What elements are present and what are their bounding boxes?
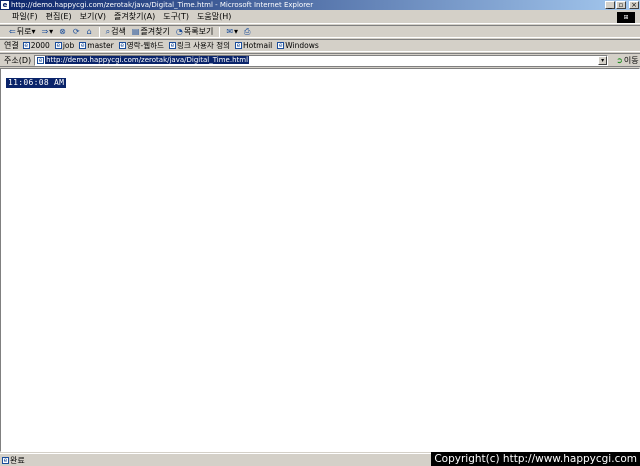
search-icon: ⌕ [105,26,111,36]
address-input[interactable]: e http://demo.happycgi.com/zerotak/java/… [34,54,609,66]
page-content[interactable]: 11:06:08 AM [0,68,640,452]
digital-clock: 11:06:08 AM [6,78,67,88]
history-icon: ◔ [175,26,183,36]
favorites-button[interactable]: ▤ 즐겨찾기 [129,26,173,38]
history-label: 목록보기 [183,26,214,36]
toolbar-separator [98,26,100,37]
search-label: 검색 [111,26,126,36]
stop-icon: ⊗ [59,26,66,36]
menu-view[interactable]: 보기(V) [76,11,110,23]
link-hotmail[interactable]: e Hotmail [235,41,272,50]
ie-page-icon: e [54,42,62,49]
address-bar: 주소(D) e http://demo.happycgi.com/zerotak… [0,53,640,67]
print-button[interactable]: ⎙ [241,26,254,38]
link-job[interactable]: e job [54,41,74,50]
home-button[interactable]: ⌂ [84,26,96,38]
favorites-label: 즐겨찾기 [140,26,170,36]
refresh-button[interactable]: ⟳ [70,26,84,38]
ie-page-icon: e [37,56,45,64]
favorites-icon: ▤ [131,26,140,36]
history-button[interactable]: ◔ 목록보기 [173,26,216,38]
copyright-watermark: Copyright(c) http://www.happycgi.com [431,452,640,466]
menu-edit[interactable]: 편집(E) [42,11,76,23]
menu-favorites[interactable]: 즐겨찾기(A) [110,11,159,23]
close-button[interactable]: × [629,1,639,9]
ie-page-icon: e [79,42,87,49]
toolbar-separator [219,26,221,37]
standard-toolbar: ⇐ 뒤로 ▾ ⇒ ▾ ⊗ ⟳ ⌂ ⌕ 검색 ▤ 즐겨찾기 ◔ 목록보기 ✉ ▾ … [0,25,640,38]
status-label: 완료 [10,455,25,465]
search-button[interactable]: ⌕ 검색 [103,26,129,38]
address-dropdown-icon[interactable]: ▾ [598,55,608,65]
window-controls: _ ▫ × [605,1,639,9]
link-customize[interactable]: e 링크 사용자 정의 [168,40,230,51]
menu-bar: 파일(F) 편집(E) 보기(V) 즐겨찾기(A) 도구(T) 도움말(H) [0,11,640,24]
go-arrow-icon: ➲ [616,55,623,65]
status-text: e 완료 [2,455,25,466]
menu-help[interactable]: 도움말(H) [193,11,235,23]
ie-page-icon: e [235,42,243,49]
forward-arrow-icon: ⇒ [41,26,49,36]
go-button[interactable]: ➲ 이동 [616,55,638,66]
links-bar: 연결 e 2000 e job e master e 영락-웹하드 e 링크 사용자 정의… [0,39,640,52]
link-webhard[interactable]: e 영락-웹하드 [118,40,164,51]
menu-file[interactable]: 파일(F) [8,11,42,23]
link-master[interactable]: e master [79,41,114,50]
address-url[interactable]: http://demo.happycgi.com/zerotak/java/Di… [45,56,250,64]
ie-logo-icon: e [1,1,9,9]
back-arrow-icon: ⇐ [9,26,16,36]
stop-button[interactable]: ⊗ [56,26,70,38]
windows-logo-icon: ⊞ [617,12,635,23]
back-button[interactable]: ⇐ 뒤로 ▾ [6,26,38,38]
mail-dropdown-icon[interactable]: ▾ [234,26,238,38]
mail-icon: ✉ [226,26,234,36]
link-windows[interactable]: e Windows [277,41,319,50]
forward-button[interactable]: ⇒ ▾ [38,26,56,38]
print-icon: ⎙ [244,26,251,36]
minimize-button[interactable]: _ [605,1,615,9]
links-label: 연결 [4,41,19,50]
ie-page-icon: e [22,42,30,49]
refresh-icon: ⟳ [72,26,80,36]
maximize-button[interactable]: ▫ [616,1,626,9]
back-dropdown-icon[interactable]: ▾ [31,26,35,38]
ie-page-icon: e [118,42,126,49]
ie-page-icon: e [277,42,285,49]
back-label: 뒤로 [16,26,32,36]
ie-page-icon: e [2,456,9,464]
menu-tools[interactable]: 도구(T) [159,11,193,23]
ie-page-icon: e [168,42,176,49]
address-label: 주소(D) [4,55,32,65]
mail-button[interactable]: ✉ ▾ [223,26,241,38]
window-title: http://demo.happycgi.com/zerotak/java/Di… [11,1,314,9]
go-label: 이동 [623,55,639,65]
title-bar: e http://demo.happycgi.com/zerotak/java/… [0,0,640,10]
home-icon: ⌂ [86,26,92,36]
forward-dropdown-icon[interactable]: ▾ [49,26,53,38]
link-2000[interactable]: e 2000 [22,41,50,50]
